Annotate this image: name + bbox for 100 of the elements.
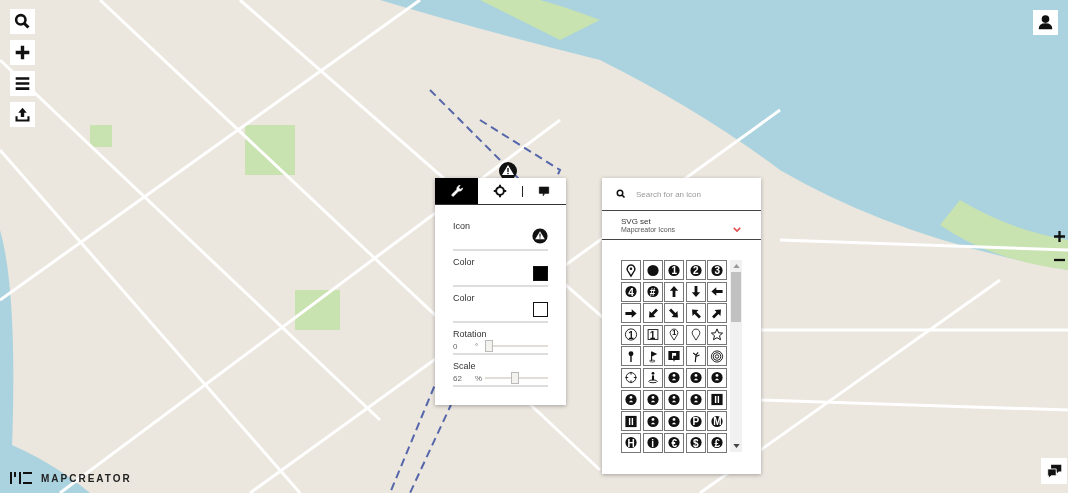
scroll-down-icon[interactable] bbox=[732, 444, 740, 448]
icon-option[interactable] bbox=[642, 367, 663, 388]
field-label: Color bbox=[453, 293, 475, 303]
icon-option[interactable]: 1 bbox=[621, 324, 641, 345]
tab[interactable] bbox=[522, 178, 566, 204]
number-badge-icon bbox=[624, 284, 638, 300]
color-swatch[interactable] bbox=[533, 302, 548, 317]
icon-option[interactable] bbox=[707, 303, 728, 324]
chevron-down-icon bbox=[733, 227, 741, 232]
icon-option[interactable]: P bbox=[685, 411, 706, 432]
icon-option[interactable]: H bbox=[621, 432, 641, 453]
icon-option[interactable] bbox=[621, 389, 641, 410]
icon-option[interactable] bbox=[664, 303, 685, 324]
icon-option[interactable]: 3 bbox=[707, 260, 728, 280]
icon-option[interactable] bbox=[707, 324, 728, 345]
icon-option[interactable]: 1 bbox=[642, 324, 663, 345]
icon-option[interactable] bbox=[707, 281, 728, 302]
logo-icon bbox=[10, 472, 32, 484]
slider-value: 0 bbox=[453, 341, 459, 351]
icon-glyph: 2 bbox=[693, 266, 699, 276]
icon-option[interactable]: i bbox=[642, 432, 663, 453]
color-swatch[interactable] bbox=[533, 266, 548, 281]
search-field[interactable]: Search for an icon bbox=[636, 188, 716, 200]
icon-glyph: 3 bbox=[714, 266, 721, 276]
scrollbar-thumb[interactable] bbox=[731, 272, 742, 322]
number-badge-icon bbox=[645, 284, 660, 300]
icon-option[interactable] bbox=[621, 303, 641, 324]
symbol-icon bbox=[645, 392, 660, 408]
slider-value: 62 bbox=[453, 373, 463, 383]
icon-option[interactable]: M bbox=[707, 411, 728, 432]
icon-option[interactable] bbox=[642, 411, 663, 432]
icon-option[interactable] bbox=[685, 367, 706, 388]
symbol-square-icon bbox=[710, 392, 725, 408]
menu-icon bbox=[14, 75, 31, 92]
icon-option[interactable]: € bbox=[664, 432, 685, 453]
icon-option[interactable] bbox=[621, 411, 641, 432]
icon-option[interactable] bbox=[664, 346, 685, 367]
icon-glyph: £ bbox=[714, 438, 721, 449]
icon-option[interactable] bbox=[621, 346, 641, 367]
icon-glyph: 1 bbox=[628, 330, 634, 341]
tab[interactable] bbox=[435, 178, 479, 204]
menu-button[interactable] bbox=[10, 71, 35, 96]
svg-set-label: SVG set bbox=[621, 217, 652, 226]
slider-thumb[interactable] bbox=[511, 372, 520, 384]
slider-thumb[interactable] bbox=[485, 340, 493, 352]
icon-option[interactable] bbox=[621, 260, 641, 280]
icon-option[interactable]: $ bbox=[685, 432, 706, 453]
icon-option[interactable] bbox=[685, 324, 706, 345]
symbol-square-icon bbox=[624, 413, 638, 429]
icon-option[interactable]: 2 bbox=[685, 260, 706, 280]
icon-option[interactable]: 1 bbox=[664, 260, 685, 280]
icon-glyph: 1 bbox=[671, 327, 677, 338]
icon-option[interactable] bbox=[642, 389, 663, 410]
number-badge-icon bbox=[710, 262, 725, 278]
search-button[interactable] bbox=[10, 9, 35, 34]
unit-label: % bbox=[475, 373, 484, 383]
chat-button[interactable] bbox=[1041, 458, 1067, 484]
symbol-icon bbox=[688, 392, 703, 408]
symbol-icon bbox=[667, 392, 682, 408]
icon-option[interactable] bbox=[707, 346, 728, 367]
add-button[interactable] bbox=[10, 40, 35, 65]
icon-option[interactable] bbox=[685, 281, 706, 302]
target-icon bbox=[710, 348, 725, 364]
symbol-icon bbox=[667, 413, 682, 429]
icon-option[interactable] bbox=[707, 389, 728, 410]
icon-option[interactable] bbox=[621, 367, 641, 388]
scrollbar[interactable] bbox=[730, 260, 743, 452]
zoom-in-button[interactable] bbox=[1053, 230, 1065, 242]
number-badge-icon bbox=[710, 413, 725, 429]
numbered-circle-icon bbox=[624, 327, 638, 343]
icon-option[interactable] bbox=[642, 303, 663, 324]
icon-option[interactable] bbox=[642, 346, 663, 367]
symbol-icon bbox=[710, 370, 725, 386]
icon-option[interactable] bbox=[664, 389, 685, 410]
icon-option[interactable] bbox=[664, 281, 685, 302]
field-label: Scale bbox=[453, 361, 477, 371]
export-button[interactable] bbox=[10, 102, 35, 127]
person-on-spot-icon bbox=[645, 370, 660, 386]
icon-glyph: 1 bbox=[671, 266, 677, 276]
wrench-icon bbox=[449, 184, 464, 198]
icon-option[interactable] bbox=[664, 367, 685, 388]
warning-icon[interactable] bbox=[532, 228, 548, 244]
icon-option[interactable] bbox=[664, 411, 685, 432]
icon-option[interactable] bbox=[685, 303, 706, 324]
icon-option[interactable]: 1 bbox=[664, 324, 685, 345]
icon-glyph: $ bbox=[693, 438, 699, 449]
upload-icon bbox=[14, 106, 31, 123]
icon-option[interactable]: 4 bbox=[621, 281, 641, 302]
numbered-square-icon bbox=[645, 327, 660, 343]
icon-option[interactable] bbox=[707, 367, 728, 388]
icon-option[interactable] bbox=[685, 389, 706, 410]
star-icon bbox=[710, 327, 725, 343]
icon-glyph: H bbox=[627, 438, 635, 449]
account-button[interactable] bbox=[1033, 10, 1058, 35]
icon-option[interactable] bbox=[642, 260, 663, 280]
icon-option[interactable]: # bbox=[642, 281, 663, 302]
icon-option[interactable]: £ bbox=[707, 432, 728, 453]
icon-option[interactable] bbox=[685, 346, 706, 367]
user-icon bbox=[1037, 14, 1054, 31]
plus-icon bbox=[14, 44, 31, 61]
